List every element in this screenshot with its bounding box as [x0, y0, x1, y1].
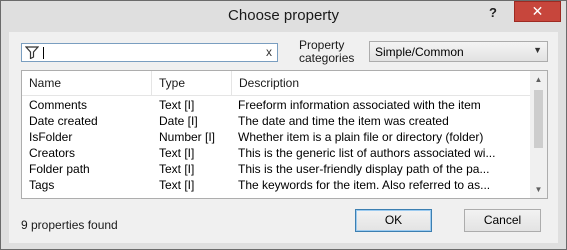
dialog-body: x Property categories Simple/Common ▼ Na… [9, 32, 558, 243]
list-item[interactable]: Folder path Text [I] This is the user-fr… [22, 161, 530, 177]
property-type: Date [I] [159, 114, 198, 128]
property-name: Date created [29, 114, 98, 128]
filter-field[interactable]: x [21, 43, 278, 62]
property-list[interactable]: Name Type Description Comments Text [I] … [21, 70, 548, 199]
choose-property-dialog: Choose property ? ✕ x Property categorie… [0, 0, 567, 250]
column-header-type[interactable]: Type [152, 71, 232, 95]
close-icon: ✕ [531, 3, 544, 19]
property-description: The date and time the item was created [238, 114, 449, 128]
list-header: Name Type Description [22, 71, 530, 96]
property-type: Text [I] [159, 98, 195, 112]
property-name: Folder path [29, 162, 90, 176]
column-header-description[interactable]: Description [232, 71, 530, 95]
vertical-scrollbar[interactable]: ▲ ▼ [530, 71, 547, 198]
property-categories-label: Property categories [299, 39, 369, 65]
help-button[interactable]: ? [482, 4, 504, 24]
status-text: 9 properties found [21, 218, 118, 232]
scrollbar-thumb[interactable] [534, 90, 543, 148]
property-categories-dropdown[interactable]: Simple/Common ▼ [369, 41, 548, 62]
property-description: This is the user-friendly display path o… [238, 162, 490, 176]
ok-button[interactable]: OK [355, 209, 432, 232]
clear-filter-icon[interactable]: x [263, 45, 275, 60]
list-item[interactable]: Creators Text [I] This is the generic li… [22, 145, 530, 161]
property-name: Tags [29, 178, 55, 192]
property-description: The keywords for the item. Also referred… [238, 178, 491, 192]
close-button[interactable]: ✕ [514, 1, 561, 22]
property-categories-label-line2: categories [299, 51, 355, 65]
scroll-up-arrow-icon[interactable]: ▲ [530, 71, 547, 88]
property-name: Creators [29, 146, 76, 160]
column-header-name[interactable]: Name [22, 71, 152, 95]
property-description: This is the generic list of authors asso… [238, 146, 496, 160]
scroll-down-arrow-icon[interactable]: ▼ [530, 181, 547, 198]
property-name: Comments [29, 98, 88, 112]
list-item[interactable]: IsFolder Number [I] Whether item is a pl… [22, 129, 530, 145]
property-categories-selected: Simple/Common [375, 45, 464, 59]
list-item[interactable]: Date created Date [I] The date and time … [22, 113, 530, 129]
property-name: IsFolder [29, 130, 73, 144]
property-type: Text [I] [159, 178, 195, 192]
property-type: Text [I] [159, 146, 195, 160]
chevron-down-icon: ▼ [533, 45, 542, 55]
property-description: Freeform information associated with the… [238, 98, 481, 112]
title-bar[interactable]: Choose property ? ✕ [1, 1, 566, 32]
list-item[interactable]: Comments Text [I] Freeform information a… [22, 97, 530, 113]
funnel-filter-icon [25, 46, 39, 59]
text-caret [43, 47, 44, 59]
cancel-button[interactable]: Cancel [464, 209, 541, 232]
filter-input[interactable] [42, 45, 257, 60]
property-type: Number [I] [159, 130, 216, 144]
property-description: Whether item is a plain file or director… [238, 130, 484, 144]
list-item[interactable]: Tags Text [I] The keywords for the item.… [22, 177, 530, 193]
property-type: Text [I] [159, 162, 195, 176]
